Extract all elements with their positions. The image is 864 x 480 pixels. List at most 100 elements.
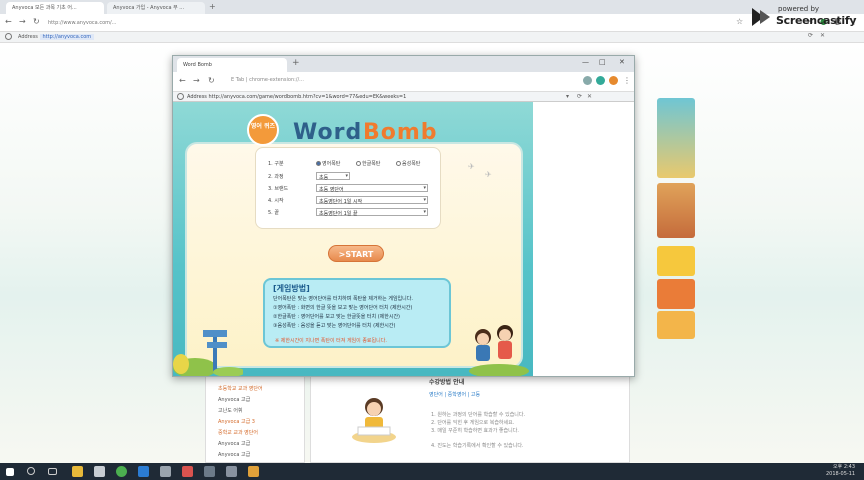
screencastify-watermark: powered by Screencastify <box>748 2 864 30</box>
popup-address[interactable]: Address http://anyvoca.com/game/wordbomb… <box>187 94 406 100</box>
outer-url-bar[interactable]: http://www.anyvoca.com/... <box>48 16 728 29</box>
address-label: Address <box>18 34 38 40</box>
url-text: http://www.anyvoca.com/... <box>48 20 117 26</box>
app-icon[interactable] <box>160 466 171 477</box>
task-view-icon[interactable] <box>48 468 57 475</box>
menu-icon[interactable]: ⋮ <box>623 76 631 85</box>
sidebar-link[interactable]: 고난도 어휘 <box>218 407 243 414</box>
close-icon[interactable]: ✕ <box>587 93 592 100</box>
title-word: Word <box>293 120 363 145</box>
extension-icon[interactable] <box>609 76 618 85</box>
reload-icon[interactable]: ↻ <box>33 17 40 26</box>
how-to-line: 단어폭탄은 맞는 영어단어를 터치하며 폭탄을 제거하는 게임입니다. <box>273 296 413 302</box>
link-label: 고난도 어휘 <box>218 408 243 414</box>
forward-icon[interactable]: → <box>193 76 200 85</box>
extension-icon[interactable] <box>583 76 592 85</box>
select-value: 초등영단어 1일 시작 <box>319 199 363 205</box>
how-to-line: ①영어폭탄 : 화면의 한글 뜻을 보고 맞는 영어단어 터치 (제한시간) <box>273 305 413 311</box>
url-text: E Tab | chrome-extension://... <box>231 77 304 83</box>
popup-window: Word Bomb + — □ ✕ ← → ↻ E Tab | chrome-e… <box>172 55 635 377</box>
bg-main-panel: 수강방법 안내 영단어 | 중학영어 | 고등 1. 원하는 과정의 단어를 학… <box>310 368 630 463</box>
sidebar-link[interactable]: Anyvoca 고급 <box>218 440 250 447</box>
start-button-label: >START <box>338 250 374 259</box>
chevron-down-icon: ▾ <box>423 197 426 203</box>
maximize-icon[interactable]: □ <box>599 58 606 66</box>
course-label: 2. 과정 <box>268 174 284 180</box>
popup-address-bar: Address http://anyvoca.com/game/wordbomb… <box>173 92 634 102</box>
back-icon[interactable]: ← <box>179 76 186 85</box>
how-to-warning: ※ 제한시간이 지나면 폭탄이 터져 게임이 종료됩니다. <box>275 338 387 344</box>
minimize-icon[interactable]: — <box>582 58 589 66</box>
outer-tab-2[interactable]: Anyvoca 가입 - Anyvoca 무 ... <box>107 2 205 14</box>
forward-icon[interactable]: → <box>19 17 26 26</box>
ie-tab-icon <box>177 93 184 100</box>
how-to-line: ③음성폭탄 : 음성을 듣고 맞는 영어단어를 터치 (제한시간) <box>273 323 396 329</box>
end-select[interactable]: 초등영단어 1일 끝 ▾ <box>316 208 428 217</box>
app-icon[interactable] <box>204 466 215 477</box>
notice-title: 수강방법 안내 <box>429 379 465 386</box>
tab-label: Anyvoca 모든 과목 기초 어... <box>12 5 77 11</box>
extension-icon[interactable] <box>596 76 605 85</box>
sidebar-link[interactable]: 초등학교 교과 영단어 <box>218 385 263 392</box>
how-to-title: [게임방법] <box>273 284 310 293</box>
start-select[interactable]: 초등영단어 1일 시작 ▾ <box>316 196 428 205</box>
radio-english-bomb[interactable]: 영어폭탄 <box>316 160 340 167</box>
side-ad-banner[interactable] <box>657 98 695 178</box>
chevron-down-icon: ▾ <box>423 185 426 191</box>
app-icon[interactable] <box>94 466 105 477</box>
outer-address[interactable]: Address http://anyvoca.com <box>18 34 95 40</box>
game-options-form: 1. 구분 영어폭탄 한글폭탄 음성폭탄 2. 과정 초등 ▾ 3. 브랜드 초등… <box>255 147 441 229</box>
app-icon[interactable] <box>182 466 193 477</box>
sidebar-link[interactable]: Anyvoca 고급 3 <box>218 418 255 425</box>
link-label: Anyvoca 고급 3 <box>218 419 255 425</box>
system-clock[interactable]: 오후 2:43 2018-05-11 <box>826 464 855 478</box>
link-label: 초등학교 교과 영단어 <box>218 386 263 392</box>
refresh-icon[interactable]: ⟳ <box>808 32 813 39</box>
refresh-icon[interactable]: ⟳ <box>577 93 582 100</box>
sidebar-link[interactable]: 중학교 교과 영단어 <box>218 429 258 436</box>
end-label: 5. 끝 <box>268 210 279 216</box>
reload-icon[interactable]: ↻ <box>208 76 215 85</box>
notice-tabs[interactable]: 영단어 | 중학영어 | 고등 <box>429 391 480 398</box>
close-icon[interactable]: ✕ <box>820 32 825 39</box>
back-icon[interactable]: ← <box>5 17 12 26</box>
notice-line: 3. 매일 꾸준히 학습하면 효과가 좋습니다. <box>431 428 519 434</box>
popup-tab[interactable]: Word Bomb <box>177 58 287 72</box>
airplane-icon: ✈ <box>468 162 475 171</box>
search-icon[interactable] <box>27 467 35 475</box>
taskbar: 오후 2:43 2018-05-11 <box>0 463 864 480</box>
sidebar-link[interactable]: Anyvoca 고급 <box>218 396 250 403</box>
popup-url-bar[interactable]: E Tab | chrome-extension://... <box>231 77 531 83</box>
notice-line: 2. 단어를 익힌 후 게임으로 복습하세요. <box>431 420 515 426</box>
star-icon[interactable]: ☆ <box>736 17 743 26</box>
new-tab-button[interactable]: + <box>209 2 216 11</box>
start-button[interactable]: >START <box>328 245 384 262</box>
radio-voice-bomb[interactable]: 음성폭탄 <box>396 160 420 167</box>
ie-tab-icon <box>5 33 12 40</box>
brand-select[interactable]: 초등 영단어 ▾ <box>316 184 428 193</box>
outer-tab-bar: Anyvoca 모든 과목 기초 어... Anyvoca 가입 - Anyvo… <box>0 0 864 14</box>
file-explorer-icon[interactable] <box>72 466 83 477</box>
side-ad-banner[interactable] <box>657 246 695 276</box>
clock-time: 오후 2:43 <box>833 464 856 470</box>
new-tab-button[interactable]: + <box>292 58 300 68</box>
logo-badge: 영어 퀴즈 <box>247 114 279 146</box>
chrome-icon[interactable] <box>116 466 127 477</box>
close-icon[interactable]: ✕ <box>619 58 625 66</box>
radio-korean-bomb[interactable]: 한글폭탄 <box>356 160 380 167</box>
side-ad-banner[interactable] <box>657 183 695 238</box>
start-label: 4. 시작 <box>268 198 284 204</box>
course-select[interactable]: 초등 ▾ <box>316 172 350 181</box>
link-label: Anyvoca 고급 <box>218 452 251 458</box>
dropdown-icon[interactable]: ▾ <box>566 93 569 100</box>
link-label: Anyvoca 고급 <box>218 397 251 403</box>
radio-label: 한글폭탄 <box>362 161 381 167</box>
side-ad-banner[interactable] <box>657 279 695 309</box>
edge-icon[interactable] <box>138 466 149 477</box>
app-icon[interactable] <box>226 466 237 477</box>
outer-tab-1[interactable]: Anyvoca 모든 과목 기초 어... <box>6 2 104 14</box>
windows-start-icon[interactable] <box>6 468 14 476</box>
sidebar-link[interactable]: Anyvoca 고급 <box>218 451 250 458</box>
side-ad-banner[interactable] <box>657 311 695 339</box>
app-icon[interactable] <box>248 466 259 477</box>
